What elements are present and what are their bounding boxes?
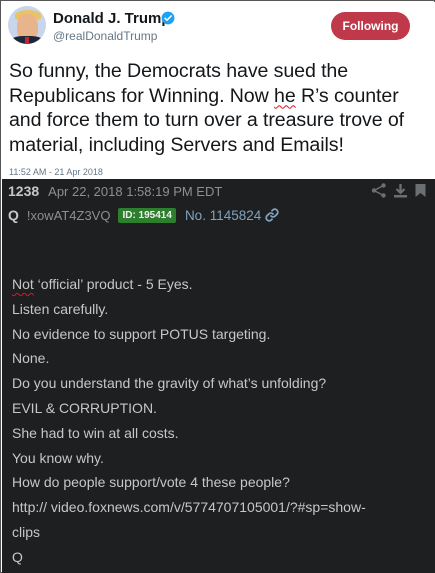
post-line: You know why. (12, 449, 104, 466)
post-number: 1238 (8, 183, 40, 199)
post-line: No evidence to support POTUS targeting. (12, 325, 271, 342)
tweet-text: So funny, the Democrats have sued the Re… (9, 59, 429, 157)
post-body: Not ‘official’ product - 5 Eyes. Listen … (12, 272, 422, 570)
verified-badge-icon (161, 11, 175, 25)
post-line: EVIL & CORRUPTION. (12, 399, 157, 416)
post-signature: Q (12, 548, 23, 565)
download-icon[interactable] (393, 183, 408, 198)
post-header: 1238 Apr 22, 2018 1:58:19 PM EDT (8, 182, 222, 200)
tweet-author-handle[interactable]: @realDonaldTrump (53, 29, 157, 43)
post-line: How do people support/vote 4 these peopl… (12, 474, 290, 491)
tweet-author-name[interactable]: Donald J. Trump (53, 10, 171, 27)
post-line: None. (12, 350, 50, 367)
post-author-line: Q !xowAT4Z3VQ ID: 195414 No. 1145824 (8, 206, 279, 224)
post-link-line[interactable]: http:// video.foxnews.com/v/577470710500… (12, 495, 422, 520)
post-actions (371, 183, 427, 198)
avatar[interactable] (8, 6, 46, 44)
post-date: Apr 22, 2018 1:58:19 PM EDT (48, 183, 223, 199)
tweet-text-misspelled-word: he (274, 84, 296, 107)
post-line-underlined-word: Not (12, 276, 34, 292)
bookmark-icon[interactable] (414, 183, 427, 198)
share-icon[interactable] (371, 183, 387, 198)
post-line-rest: ‘official’ product - 5 Eyes. (33, 276, 193, 292)
link-icon[interactable] (265, 208, 279, 222)
q-post: 1238 Apr 22, 2018 1:58:19 PM EDT Q !xowA… (2, 179, 435, 573)
poster-id-badge[interactable]: ID: 195414 (118, 207, 176, 223)
following-button[interactable]: Following (331, 12, 410, 40)
tweet-card: Donald J. Trump @realDonaldTrump Followi… (2, 2, 435, 179)
post-id-link[interactable]: No. 1145824 (185, 208, 261, 223)
post-line: Not ‘official’ product - 5 Eyes. (12, 272, 422, 297)
tweet-timestamp[interactable]: 11:52 AM - 21 Apr 2018 (9, 167, 103, 177)
post-line: She had to win at all costs. (12, 424, 179, 441)
poster-tripcode: !xowAT4Z3VQ (26, 207, 111, 223)
post-line: Listen carefully. (12, 300, 109, 317)
post-link-line[interactable]: clips (12, 520, 422, 545)
screenshot-frame: Donald J. Trump @realDonaldTrump Followi… (0, 0, 435, 573)
post-line: Do you understand the gravity of what’s … (12, 375, 327, 392)
poster-name: Q (8, 207, 19, 223)
